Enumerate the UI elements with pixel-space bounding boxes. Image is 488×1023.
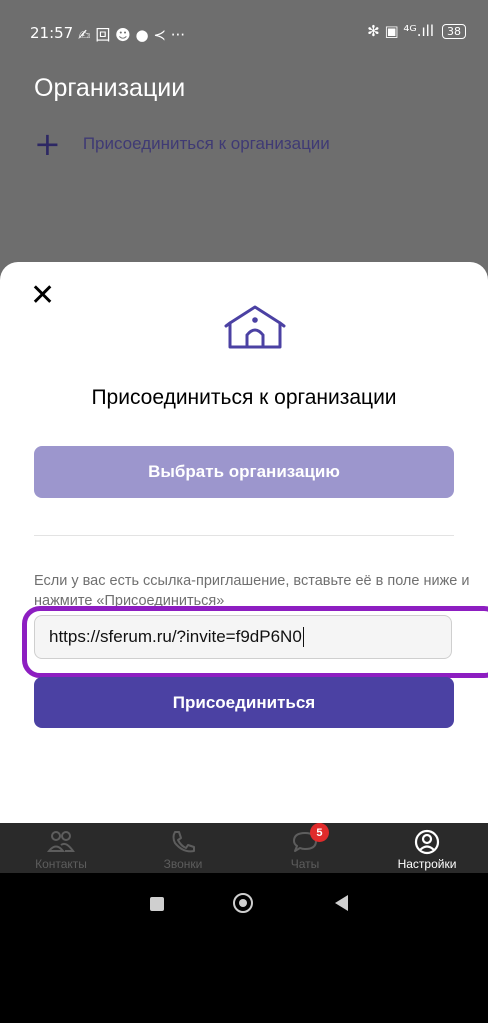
- plus-icon: +: [34, 125, 61, 163]
- choose-organization-button[interactable]: Выбрать организацию: [34, 446, 454, 498]
- bottom-tab-bar: Контакты Звонки 5 Чаты Настройки: [0, 823, 488, 873]
- contacts-icon: [47, 831, 75, 852]
- system-nav-bar: [0, 873, 488, 1023]
- status-right: ✻ ▣ ⁴ᴳ.ıll 38: [367, 22, 466, 40]
- join-organization-label: Присоединиться к организации: [82, 134, 330, 153]
- back-icon[interactable]: [335, 895, 348, 911]
- tab-chats-label: Чаты: [290, 857, 320, 871]
- tab-contacts[interactable]: Контакты: [0, 823, 122, 873]
- chats-badge: 5: [309, 823, 329, 842]
- profile-icon: [414, 829, 440, 855]
- tab-settings-label: Настройки: [397, 857, 457, 871]
- invite-hint: Если у вас есть ссылка-приглашение, вста…: [34, 573, 470, 609]
- page-title: Организации: [34, 74, 186, 102]
- join-button[interactable]: Присоединиться: [34, 677, 454, 728]
- battery-icon: 38: [442, 23, 466, 39]
- house-icon: [224, 305, 286, 349]
- tab-calls-label: Звонки: [163, 857, 203, 871]
- join-organization-link[interactable]: + Присоединиться к организации: [34, 125, 330, 163]
- status-time: 21:57: [30, 24, 74, 42]
- phone-icon: [172, 831, 195, 853]
- status-left-icons: ✍ 回 ☻ ● ≺ ···: [78, 26, 186, 44]
- sheet-title: Присоединиться к организации: [91, 386, 397, 409]
- home-icon[interactable]: [233, 893, 253, 913]
- close-icon[interactable]: ✕: [30, 281, 55, 311]
- tab-settings[interactable]: Настройки: [366, 823, 488, 873]
- invite-link-value: https://sferum.ru/?invite=f9dP6N0: [49, 627, 302, 646]
- status-bar: 21:57 ✍ 回 ☻ ● ≺ ··· ✻ ▣ ⁴ᴳ.ıll 38: [0, 0, 488, 58]
- tab-contacts-label: Контакты: [35, 857, 87, 871]
- divider: [34, 535, 454, 536]
- status-right-icons: ✻ ▣ ⁴ᴳ.ıll: [367, 22, 434, 40]
- tab-chats[interactable]: 5 Чаты: [244, 823, 366, 873]
- text-caret: [302, 627, 305, 647]
- tab-calls[interactable]: Звонки: [122, 823, 244, 873]
- invite-link-input[interactable]: https://sferum.ru/?invite=f9dP6N0: [34, 615, 452, 659]
- recents-icon[interactable]: [150, 897, 164, 911]
